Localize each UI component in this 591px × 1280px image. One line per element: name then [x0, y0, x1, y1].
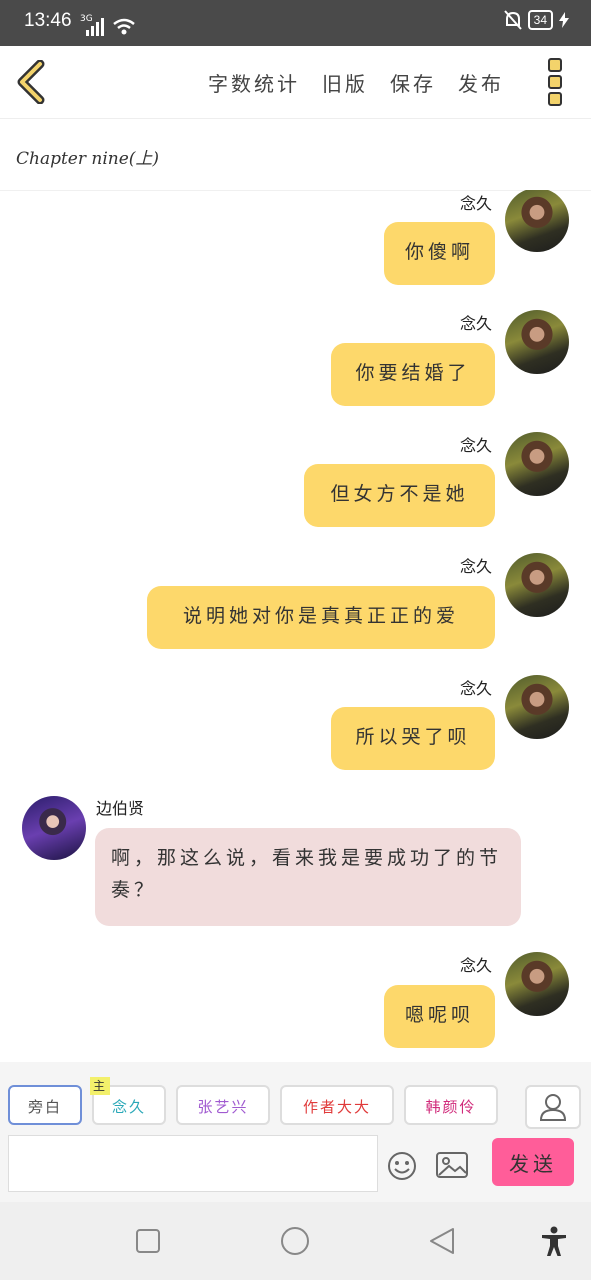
send-button[interactable]: 发送 — [492, 1138, 574, 1186]
sender-name: 念久 — [459, 679, 492, 698]
image-icon — [436, 1152, 468, 1178]
message-input[interactable] — [8, 1135, 378, 1192]
message-bubble[interactable]: 啊，那这么说，看来我是要成功了的节奏？ — [95, 828, 521, 926]
triangle-back-icon[interactable] — [425, 1224, 459, 1258]
message-item: 念久 嗯呢呗 — [0, 952, 591, 1052]
avatar[interactable] — [505, 553, 569, 617]
sender-name: 念久 — [459, 314, 492, 333]
role-label: 张艺兴 — [197, 1098, 249, 1116]
message-bubble[interactable]: 你傻啊 — [384, 222, 495, 285]
role-author[interactable]: 作者大大 — [280, 1085, 394, 1125]
role-nianjiu[interactable]: 主 念久 — [90, 1077, 166, 1125]
square-icon[interactable] — [131, 1224, 165, 1258]
mute-icon — [503, 10, 522, 30]
message-item: 念久 你傻啊 — [0, 190, 591, 290]
message-bubble[interactable]: 嗯呢呗 — [384, 985, 495, 1048]
add-role-button[interactable] — [525, 1085, 581, 1129]
message-bubble[interactable]: 所以哭了呗 — [331, 707, 495, 770]
main-role-badge: 主 — [90, 1077, 111, 1095]
status-bar: 13:46 3G 34 — [0, 0, 591, 46]
avatar[interactable] — [22, 796, 86, 860]
back-arrow-icon — [17, 59, 45, 105]
menu-icon — [548, 58, 562, 72]
message-item: 念久 所以哭了呗 — [0, 675, 591, 775]
signal-icon — [86, 18, 104, 36]
role-zhangyixing[interactable]: 张艺兴 — [176, 1085, 270, 1125]
sender-name: 念久 — [459, 194, 492, 213]
save-button[interactable]: 保存 — [390, 68, 436, 97]
menu-button[interactable] — [548, 58, 568, 106]
composer-panel: 旁白 主 念久 张艺兴 作者大大 韩颜伶 发送 — [0, 1062, 591, 1202]
role-narrator[interactable]: 旁白 — [8, 1085, 82, 1125]
avatar[interactable] — [505, 952, 569, 1016]
role-label: 旁白 — [27, 1098, 62, 1116]
publish-button[interactable]: 发布 — [458, 68, 504, 97]
avatar[interactable] — [505, 432, 569, 496]
system-nav-bar — [0, 1202, 591, 1280]
menu-icon-dot — [548, 92, 562, 106]
accessibility-icon[interactable] — [537, 1224, 571, 1258]
image-button[interactable] — [435, 1150, 469, 1180]
role-label: 韩颜伶 — [425, 1098, 477, 1116]
wifi-icon — [113, 18, 135, 35]
battery-indicator: 34 — [527, 10, 553, 30]
avatar[interactable] — [505, 675, 569, 739]
old-version-button[interactable]: 旧版 — [322, 68, 368, 97]
sender-name: 念久 — [459, 436, 492, 455]
emoji-button[interactable] — [386, 1150, 418, 1182]
person-icon — [539, 1094, 567, 1121]
status-time: 13:46 — [24, 10, 72, 31]
role-hanyanling[interactable]: 韩颜伶 — [404, 1085, 498, 1125]
avatar[interactable] — [505, 190, 569, 252]
top-toolbar: 字数统计 旧版 保存 发布 — [0, 46, 591, 119]
message-bubble[interactable]: 你要结婚了 — [331, 343, 495, 406]
chapter-title: Chapter nine(上) — [16, 149, 160, 169]
circle-icon[interactable] — [278, 1224, 312, 1258]
chat-area[interactable]: 念久 你傻啊 念久 你要结婚了 念久 但女方不是她 念久 说明她对你是真真正正的… — [0, 190, 591, 1062]
message-bubble[interactable]: 说明她对你是真真正正的爱 — [147, 586, 495, 649]
message-item: 边伯贤 啊，那这么说，看来我是要成功了的节奏？ — [0, 795, 591, 930]
role-label: 作者大大 — [302, 1098, 371, 1116]
sender-name: 念久 — [459, 956, 492, 975]
back-button[interactable] — [14, 59, 50, 105]
message-item: 念久 你要结婚了 — [0, 310, 591, 410]
chapter-header[interactable]: Chapter nine(上) — [0, 118, 591, 191]
charging-icon — [559, 12, 569, 28]
menu-icon-dot — [548, 75, 562, 89]
word-count-button[interactable]: 字数统计 — [208, 68, 300, 97]
emoji-icon — [388, 1152, 416, 1180]
role-label: 念久 — [111, 1098, 146, 1116]
message-item: 念久 但女方不是她 — [0, 432, 591, 532]
message-item: 念久 说明她对你是真真正正的爱 — [0, 553, 591, 653]
message-bubble[interactable]: 但女方不是她 — [304, 464, 495, 527]
role-selector: 旁白 主 念久 张艺兴 作者大大 韩颜伶 — [8, 1077, 498, 1125]
sender-name: 念久 — [459, 557, 492, 576]
avatar[interactable] — [505, 310, 569, 374]
sender-name: 边伯贤 — [96, 799, 145, 818]
